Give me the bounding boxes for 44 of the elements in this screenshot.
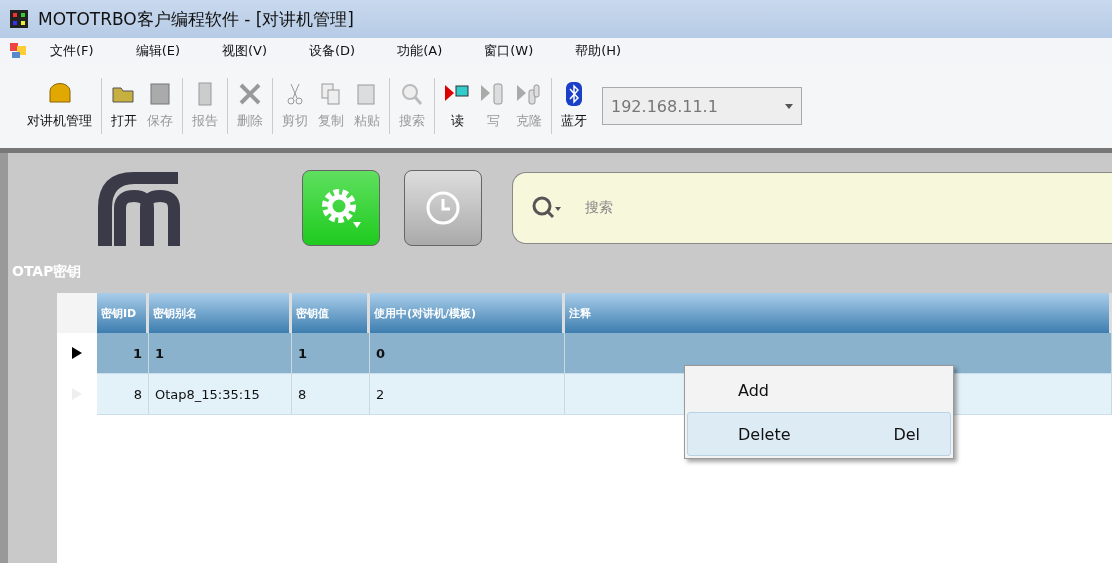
caret-icon [785,103,793,109]
menu-item[interactable]: 设备(D) [283,42,372,60]
menu-item[interactable]: Add [687,368,951,412]
toolbar-button[interactable]: 对讲机管理 [22,82,97,130]
menu-item[interactable]: 窗口(W) [458,42,550,60]
settings-button[interactable] [302,170,380,246]
menu-item[interactable]: 功能(A) [371,42,459,60]
table-cell: 1 [292,333,370,374]
search-icon [531,195,561,221]
menu-item[interactable]: 视图(V) [196,42,284,60]
column-header[interactable]: 密钥ID [97,293,149,333]
menu-item[interactable]: Delete Del [687,412,951,456]
gear-icon [319,186,363,230]
table-cell: 1 [149,333,292,374]
search-field[interactable]: 搜索 [512,172,1112,244]
address-value: 192.168.11.1 [611,96,718,116]
clock-icon [425,190,461,226]
menu-item[interactable]: 编辑(E) [109,42,196,60]
table-cell: 1 [97,333,149,374]
table-cell: 8 [97,374,149,415]
table-cell: 8 [292,374,370,415]
app-icon [10,10,28,28]
history-button[interactable] [404,170,482,246]
table-cell: 2 [370,374,565,415]
shortcut-label: Del [893,424,920,444]
toolbar-button[interactable]: 打开 [106,82,142,130]
window-title: MOTOTRBO客户编程软件 - [对讲机管理] [38,7,354,31]
table-cell: Otap8_15:35:15 [149,374,292,415]
column-header[interactable]: 注释 [565,293,1112,333]
toolbar-button[interactable]: 读 [439,82,475,130]
column-header[interactable]: 使用中(对讲机/模板) [370,293,565,333]
menu-item[interactable]: 文件(F) [26,42,110,60]
corner-cell [57,293,97,333]
column-header[interactable]: 密钥值 [292,293,370,333]
search-placeholder: 搜索 [585,199,613,217]
table-cell: 0 [370,333,565,374]
column-header[interactable]: 密钥别名 [149,293,292,333]
toolbar-button[interactable]: 蓝牙 [556,82,592,130]
menu-item[interactable]: 帮助(H) [549,42,638,60]
write-icon [480,82,506,106]
clone-icon [516,82,542,106]
address-dropdown[interactable]: 192.168.11.1 [602,87,802,125]
delete-icon [237,82,263,106]
search-icon [399,82,425,106]
